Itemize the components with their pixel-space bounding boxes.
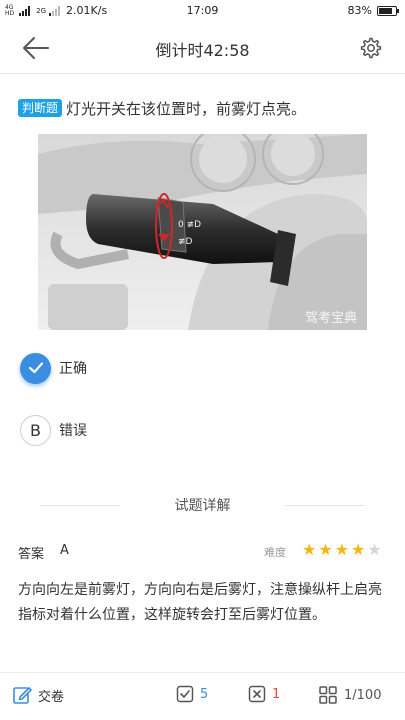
option-a-label: 正确 (59, 361, 87, 377)
explanation-text: 方向向左是前雾灯，方向向右是后雾灯，注意操纵杆上启亮指标对着什么位置，这样旋转会… (18, 582, 382, 623)
wrong-count-button[interactable]: 1 (248, 685, 280, 703)
answer-value: A (60, 543, 69, 558)
difficulty-label: 难度 (264, 546, 286, 559)
svg-text:0 ≢D: 0 ≢D (178, 220, 201, 230)
explanation-section-title: 试题详解 (40, 495, 365, 515)
option-a[interactable]: 正确 (20, 351, 360, 385)
gear-icon (360, 37, 382, 59)
battery-fill (379, 7, 392, 14)
header: 倒计时42:58 (0, 22, 405, 74)
option-b-marker: B (20, 414, 51, 446)
question-progress-button[interactable]: 1/100 (318, 685, 381, 705)
edit-icon (13, 687, 32, 704)
answer-label: 答案 (18, 547, 45, 562)
battery-percent: 83% (347, 4, 372, 17)
submit-exam-label: 交卷 (38, 689, 65, 705)
bottom-bar: 交卷 5 1 1/100 (0, 672, 405, 720)
wrong-count: 1 (272, 686, 281, 702)
countdown-title: 倒计时42:58 (155, 41, 250, 60)
star-filled-icon: ★ (318, 540, 333, 559)
star-empty-icon: ★ (367, 540, 382, 559)
question-image: 0 ≢D ≢D 驾考宝典 (38, 134, 367, 330)
option-a-selected-mark (20, 352, 51, 384)
status-time: 17:09 (186, 4, 219, 17)
settings-button[interactable] (359, 36, 383, 60)
correct-count-button[interactable]: 5 (176, 685, 208, 703)
option-b-label: 错误 (59, 423, 87, 439)
option-b[interactable]: B 错误 (20, 413, 360, 447)
correct-box-icon (176, 685, 194, 703)
battery-icon (377, 5, 399, 16)
submit-exam-button[interactable]: 交卷 (12, 685, 64, 705)
svg-text:≢D: ≢D (178, 237, 193, 247)
correct-count: 5 (200, 686, 209, 702)
star-filled-icon: ★ (351, 540, 366, 559)
question-text-block: 判断题 灯光开关在该位置时，前雾灯点亮。 (18, 98, 388, 120)
headlight-switch-illustration: 0 ≢D ≢D (38, 134, 367, 330)
question-type-badge: 判断题 (18, 99, 63, 117)
difficulty-stars: ★ ★ ★ ★ ★ (302, 541, 382, 559)
star-filled-icon: ★ (302, 540, 317, 559)
question-text: 灯光开关在该位置时，前雾灯点亮。 (66, 100, 307, 118)
question-progress: 1/100 (344, 687, 382, 703)
image-watermark: 驾考宝典 (304, 311, 357, 326)
status-right: 83% (347, 4, 399, 17)
check-icon (28, 362, 43, 374)
wrong-box-icon (248, 685, 266, 703)
status-bar: 4G HD 2G 2.01K/s 17:09 83% (0, 0, 405, 22)
star-filled-icon: ★ (334, 540, 350, 559)
answer-row: 答案 A 难度 ★ ★ ★ ★ ★ (18, 541, 390, 563)
grid-icon (319, 686, 337, 704)
